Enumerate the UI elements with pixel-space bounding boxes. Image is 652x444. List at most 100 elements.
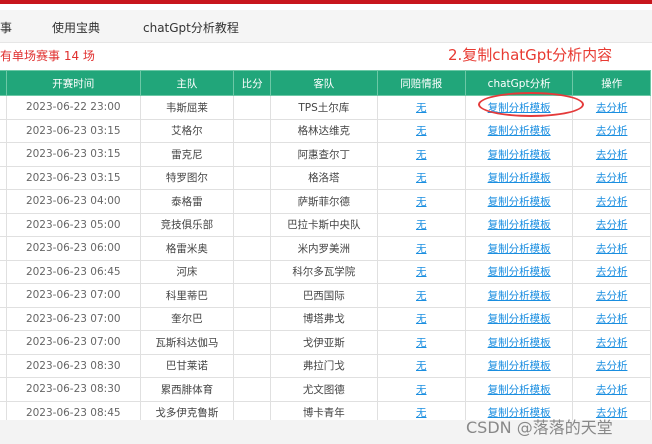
analyze-link[interactable]: 去分析	[596, 290, 628, 302]
analyze-link-cell: 去分析	[572, 118, 651, 143]
nav-item-events[interactable]: 事	[0, 19, 12, 36]
odds-link[interactable]: 无	[416, 407, 427, 419]
odds-link[interactable]: 无	[416, 172, 427, 184]
match-time-cell: 2023-06-23 04:00	[5, 189, 141, 214]
odds-link[interactable]: 无	[416, 337, 427, 349]
score-cell	[233, 330, 271, 355]
copy-template-link[interactable]: 复制分析模板	[488, 384, 551, 396]
odds-link[interactable]: 无	[416, 266, 427, 278]
away-team-cell: 弗拉门戈	[269, 353, 378, 378]
analyze-link[interactable]: 去分析	[596, 266, 628, 278]
away-team-cell: 巴西国际	[269, 283, 378, 308]
away-team-cell: 巴拉卡斯中央队	[269, 212, 378, 237]
analyze-link[interactable]: 去分析	[596, 243, 628, 255]
match-time-cell: 2023-06-23 07:00	[5, 330, 141, 355]
home-team-cell: 泰格雷	[139, 189, 235, 214]
match-time-cell: 2023-06-22 23:00	[5, 95, 141, 120]
home-team-cell: 科里蒂巴	[139, 283, 235, 308]
copy-template-link[interactable]: 复制分析模板	[488, 149, 551, 161]
odds-link[interactable]: 无	[416, 243, 427, 255]
odds-link-cell: 无	[376, 353, 466, 378]
copy-template-link[interactable]: 复制分析模板	[488, 125, 551, 137]
copy-template-link[interactable]: 复制分析模板	[488, 313, 551, 325]
away-team-cell: 格洛塔	[269, 165, 378, 190]
analyze-link[interactable]: 去分析	[596, 313, 628, 325]
table-row: 2023-06-23 04:00 泰格雷 萨斯菲尔德 无 复制分析模板 去分析	[0, 189, 651, 214]
odds-link[interactable]: 无	[416, 360, 427, 372]
odds-link-cell: 无	[376, 259, 466, 284]
away-team-cell: TPS土尔库	[269, 95, 378, 120]
odds-link[interactable]: 无	[416, 384, 427, 396]
table-row: 2023-06-23 07:00 瓦斯科达伽马 戈伊亚斯 无 复制分析模板 去分析	[0, 330, 651, 355]
analyze-link[interactable]: 去分析	[596, 196, 628, 208]
annotation-text: 2.复制chatGpt分析内容	[448, 46, 613, 64]
odds-link[interactable]: 无	[416, 313, 427, 325]
score-cell	[233, 259, 271, 284]
watermark: CSDN @落落的天堂	[466, 418, 613, 437]
analyze-link[interactable]: 去分析	[596, 149, 628, 161]
header-col-time: 开赛时间	[5, 70, 141, 96]
score-cell	[233, 377, 271, 402]
table-row: 2023-06-23 08:30 累西腓体育 尤文图德 无 复制分析模板 去分析	[0, 377, 651, 402]
analyze-link[interactable]: 去分析	[596, 172, 628, 184]
table-row: 2023-06-23 03:15 特罗图尔 格洛塔 无 复制分析模板 去分析	[0, 165, 651, 190]
analyze-link[interactable]: 去分析	[596, 360, 628, 372]
copy-template-link-cell: 复制分析模板	[464, 283, 574, 308]
copy-template-link-cell: 复制分析模板	[464, 142, 574, 167]
analyze-link-cell: 去分析	[572, 212, 651, 237]
odds-link-cell: 无	[376, 118, 466, 143]
score-cell	[233, 212, 271, 237]
analyze-link[interactable]: 去分析	[596, 219, 628, 231]
odds-link-cell: 无	[376, 283, 466, 308]
copy-template-link-cell: 复制分析模板	[464, 330, 574, 355]
analyze-link-cell: 去分析	[572, 353, 651, 378]
copy-template-link-cell: 复制分析模板	[464, 236, 574, 261]
home-team-cell: 累西腓体育	[139, 377, 235, 402]
odds-link-cell: 无	[376, 95, 466, 120]
analyze-link[interactable]: 去分析	[596, 102, 628, 114]
copy-template-link[interactable]: 复制分析模板	[488, 172, 551, 184]
match-time-cell: 2023-06-23 03:15	[5, 142, 141, 167]
copy-template-link-cell: 复制分析模板	[464, 306, 574, 331]
copy-template-link[interactable]: 复制分析模板	[488, 290, 551, 302]
copy-template-link[interactable]: 复制分析模板	[488, 196, 551, 208]
odds-link[interactable]: 无	[416, 290, 427, 302]
away-team-cell: 戈伊亚斯	[269, 330, 378, 355]
odds-link[interactable]: 无	[416, 125, 427, 137]
analyze-link[interactable]: 去分析	[596, 384, 628, 396]
home-team-cell: 巴甘莱诺	[139, 353, 235, 378]
odds-link[interactable]: 无	[416, 149, 427, 161]
copy-template-link-cell: 复制分析模板	[464, 259, 574, 284]
odds-link-cell: 无	[376, 377, 466, 402]
odds-link-cell: 无	[376, 306, 466, 331]
top-banner	[0, 0, 652, 4]
copy-template-link[interactable]: 复制分析模板	[488, 219, 551, 231]
home-team-cell: 韦斯屈莱	[139, 95, 235, 120]
copy-template-link[interactable]: 复制分析模板	[488, 337, 551, 349]
nav-item-guide[interactable]: 使用宝典	[52, 19, 100, 36]
analyze-link[interactable]: 去分析	[596, 337, 628, 349]
header-col-home: 主队	[139, 70, 235, 96]
away-team-cell: 阿惠查尔丁	[269, 142, 378, 167]
odds-link-cell: 无	[376, 142, 466, 167]
copy-template-link-cell: 复制分析模板	[464, 377, 574, 402]
match-time-cell: 2023-06-23 08:30	[5, 377, 141, 402]
copy-template-link[interactable]: 复制分析模板	[488, 243, 551, 255]
home-team-cell: 艾格尔	[139, 118, 235, 143]
score-cell	[233, 95, 271, 120]
match-table: 开赛时间 主队 比分 客队 同赔情报 chatGpt分析 操作 2023-06-22 23:…	[0, 70, 651, 425]
nav-item-tutorial[interactable]: chatGpt分析教程	[143, 19, 239, 36]
home-team-cell: 雷克尼	[139, 142, 235, 167]
home-team-cell: 瓦斯科达伽马	[139, 330, 235, 355]
home-team-cell: 河床	[139, 259, 235, 284]
odds-link[interactable]: 无	[416, 102, 427, 114]
odds-link[interactable]: 无	[416, 219, 427, 231]
table-row: 2023-06-23 07:00 奎尔巴 博塔弗戈 无 复制分析模板 去分析	[0, 306, 651, 331]
home-team-cell: 奎尔巴	[139, 306, 235, 331]
copy-template-link[interactable]: 复制分析模板	[488, 360, 551, 372]
copy-template-link[interactable]: 复制分析模板	[488, 266, 551, 278]
analyze-link[interactable]: 去分析	[596, 125, 628, 137]
table-row: 2023-06-23 03:15 雷克尼 阿惠查尔丁 无 复制分析模板 去分析	[0, 142, 651, 167]
odds-link[interactable]: 无	[416, 196, 427, 208]
header-col-odds: 同赔情报	[376, 70, 466, 96]
